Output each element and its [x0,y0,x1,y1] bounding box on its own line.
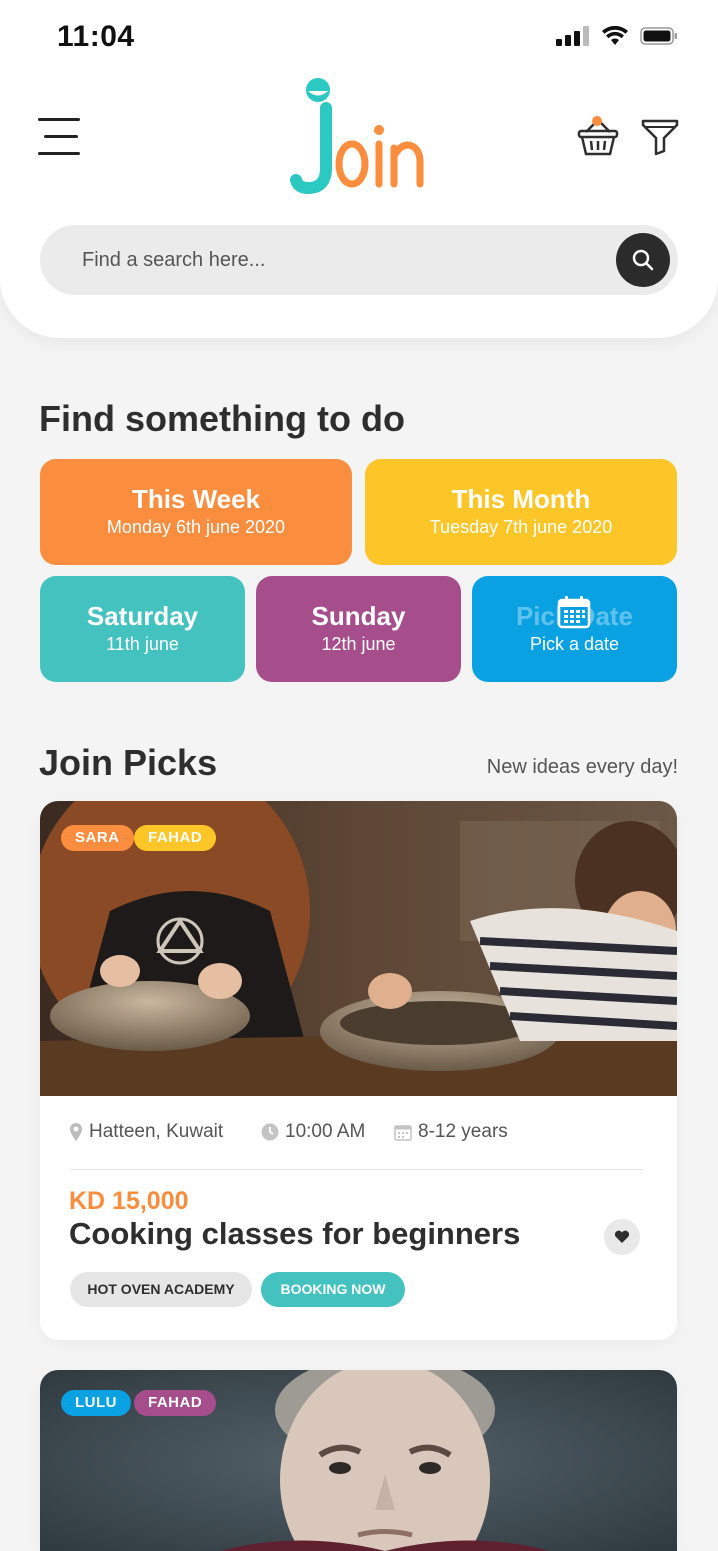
status-bar: 11:04 [0,0,718,76]
provider-tag[interactable]: HOT OVEN ACADEMY [70,1272,252,1307]
age-text: 8-12 years [418,1121,508,1142]
booking-now-button[interactable]: BOOKING NOW [261,1272,405,1307]
tile-title: This Month [451,484,591,514]
search-bar [40,225,678,295]
child-badge: SARA [61,825,134,851]
location-meta: Hatteen, Kuwait [69,1120,223,1144]
tile-sunday[interactable]: Sunday 12th june [256,576,461,682]
tile-subtitle: 11th june [106,634,179,654]
time-text: 10:00 AM [285,1121,366,1142]
tile-title: Saturday [86,601,199,631]
tile-saturday[interactable]: Saturday 11th june [40,576,245,682]
picks-section-title: Join Picks [39,742,218,783]
tile-subtitle: Tuesday 7th june 2020 [429,517,613,537]
search-icon [632,249,654,271]
join-logo [290,76,430,200]
clock-icon [261,1123,279,1141]
tile-this-week[interactable]: This Week Monday 6th june 2020 [40,459,352,565]
child-badge: FAHAD [134,825,217,851]
tile-subtitle: 12th june [321,634,396,654]
hamburger-menu-icon[interactable] [38,118,84,156]
status-icons [556,26,678,46]
location-pin-icon [70,1123,82,1141]
divider [70,1169,644,1170]
favorite-button[interactable] [604,1219,640,1255]
wifi-icon [602,26,628,45]
age-meta: 8-12 years [394,1120,508,1144]
location-text: Hatteen, Kuwait [89,1121,224,1142]
event-card[interactable]: LULU FAHAD [40,1370,677,1551]
search-button[interactable] [616,233,670,287]
basket-icon[interactable] [576,114,620,158]
tile-title-wrap: Pick Date [485,596,665,631]
filter-funnel-icon[interactable] [640,118,680,156]
heart-icon [614,1230,630,1243]
child-badge: LULU [61,1390,131,1416]
status-time: 11:04 [57,20,135,53]
calendar-icon [557,596,590,629]
picks-tagline: New ideas every day! [486,756,678,778]
signal-icon [556,26,589,46]
calendar-small-icon [394,1125,412,1141]
search-input[interactable] [82,225,602,295]
battery-icon [640,27,677,45]
tile-title: This Week [131,484,261,514]
price: KD 15,000 [69,1187,189,1215]
time-meta: 10:00 AM [261,1120,365,1144]
tile-subtitle: Monday 6th june 2020 [106,517,286,537]
find-section-title: Find something to do [39,398,405,439]
tile-subtitle: Pick a date [529,634,620,654]
tile-title: Sunday [311,601,406,631]
child-badge: FAHAD [134,1390,217,1416]
event-title[interactable]: Cooking classes for beginners [69,1216,520,1252]
tile-this-month[interactable]: This Month Tuesday 7th june 2020 [365,459,677,565]
event-card[interactable]: SARA FAHAD [40,801,677,1340]
tile-pick-date[interactable]: Pick Date Pick a date [472,576,677,682]
